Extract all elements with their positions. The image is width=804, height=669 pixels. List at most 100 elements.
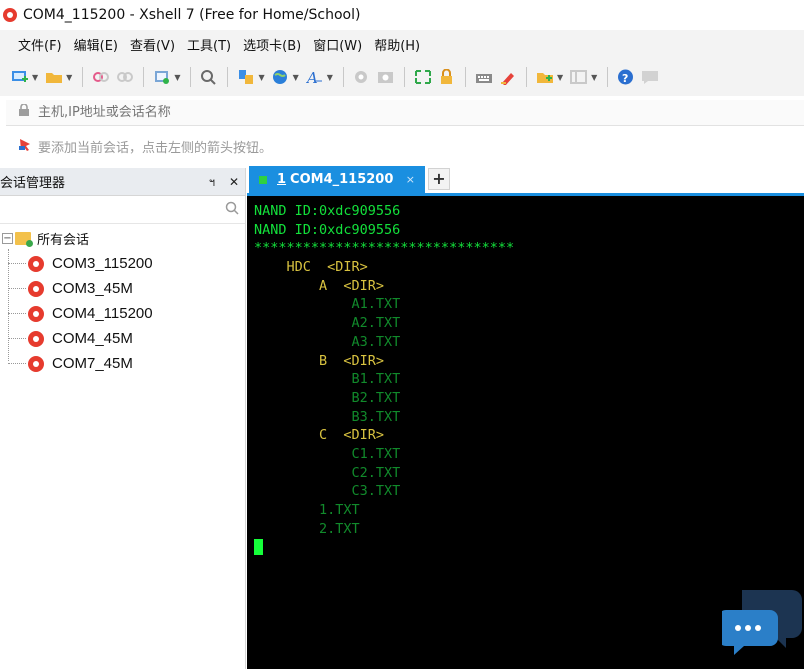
help-icon[interactable]: ? bbox=[616, 67, 636, 87]
session-item[interactable]: COM3_45M bbox=[0, 276, 245, 301]
session-item[interactable]: COM7_45M bbox=[0, 351, 245, 376]
lock-icon[interactable] bbox=[437, 67, 457, 87]
chevron-down-icon[interactable]: ▼ bbox=[66, 73, 72, 82]
transfer-icon[interactable] bbox=[236, 67, 256, 87]
terminal-line: ******************************** bbox=[254, 240, 515, 257]
chevron-down-icon[interactable]: ▼ bbox=[557, 73, 563, 82]
terminal-line: A2.TXT bbox=[254, 315, 401, 332]
disconnect-icon[interactable] bbox=[91, 67, 111, 87]
menu-help[interactable]: 帮助(H) bbox=[368, 35, 426, 54]
highlight-icon[interactable] bbox=[498, 67, 518, 87]
search-icon[interactable] bbox=[225, 201, 239, 219]
session-search[interactable] bbox=[0, 196, 245, 224]
menu-tools[interactable]: 工具(T) bbox=[181, 35, 237, 54]
xftp-icon[interactable] bbox=[376, 67, 396, 87]
properties-icon[interactable] bbox=[152, 67, 172, 87]
xshell-logo-icon bbox=[3, 8, 17, 22]
title-bar: COM4_115200 - Xshell 7 (Free for Home/Sc… bbox=[0, 0, 804, 30]
menu-window[interactable]: 窗口(W) bbox=[307, 35, 368, 54]
chat-icon[interactable] bbox=[640, 67, 660, 87]
session-label: COM7_45M bbox=[52, 355, 133, 372]
svg-text:?: ? bbox=[622, 72, 628, 85]
terminal-line: C3.TXT bbox=[254, 483, 401, 500]
terminal-output[interactable]: NAND ID:0xdc909556 NAND ID:0xdc909556 ****… bbox=[247, 196, 804, 669]
chevron-down-icon[interactable]: ▼ bbox=[32, 73, 38, 82]
toolbar-divider bbox=[464, 67, 466, 87]
session-label: COM3_115200 bbox=[52, 255, 153, 272]
menu-tabs[interactable]: 选项卡(B) bbox=[237, 35, 307, 54]
layout-icon[interactable] bbox=[569, 67, 589, 87]
toolbar: ▼ ▼ ▼ ▼ ▼ A ▼ ▼ ▼ ? bbox=[0, 58, 804, 96]
terminal-line: B3.TXT bbox=[254, 408, 401, 425]
terminal-line: A1.TXT bbox=[254, 296, 401, 313]
terminal-line: HDC <DIR> bbox=[254, 259, 368, 276]
chat-bubble-icon[interactable] bbox=[718, 582, 804, 669]
hint-text: 要添加当前会话，点击左侧的箭头按钮。 bbox=[38, 140, 273, 156]
menu-bar: 文件(F) 编辑(E) 查看(V) 工具(T) 选项卡(B) 窗口(W) 帮助(… bbox=[0, 30, 804, 58]
session-manager-panel: 会话管理器 ฯ ✕ − 所有会话 COM3_115200 COM3_45M CO… bbox=[0, 168, 246, 669]
xshell-icon[interactable] bbox=[352, 67, 372, 87]
new-session-icon[interactable] bbox=[10, 67, 30, 87]
chevron-down-icon[interactable]: ▼ bbox=[258, 73, 264, 82]
new-tab-button[interactable]: + bbox=[428, 168, 450, 190]
terminal-line: B1.TXT bbox=[254, 371, 401, 388]
terminal-line: A3.TXT bbox=[254, 333, 401, 350]
search-icon[interactable] bbox=[199, 67, 219, 87]
toolbar-divider bbox=[143, 67, 145, 87]
connected-status-icon bbox=[259, 175, 267, 184]
menu-view[interactable]: 查看(V) bbox=[124, 35, 181, 54]
terminal-line: B <DIR> bbox=[254, 352, 385, 369]
keyboard-icon[interactable] bbox=[474, 67, 494, 87]
terminal-line: NAND ID:0xdc909556 bbox=[254, 203, 401, 219]
session-item[interactable]: COM4_115200 bbox=[0, 301, 245, 326]
session-label: COM4_45M bbox=[52, 330, 133, 347]
reconnect-icon[interactable] bbox=[115, 67, 135, 87]
session-label: COM4_115200 bbox=[52, 305, 153, 322]
font-icon[interactable]: A bbox=[305, 67, 325, 87]
session-icon bbox=[28, 355, 44, 372]
session-item[interactable]: COM3_115200 bbox=[0, 251, 245, 276]
toolbar-divider bbox=[607, 67, 609, 87]
add-session-arrow-icon[interactable] bbox=[18, 137, 32, 155]
toolbar-divider bbox=[525, 67, 527, 87]
svg-text:A: A bbox=[306, 69, 318, 85]
chevron-down-icon[interactable]: ▼ bbox=[327, 73, 333, 82]
terminal-line: 1.TXT bbox=[254, 502, 360, 518]
chevron-down-icon[interactable]: ▼ bbox=[591, 73, 597, 82]
address-bar bbox=[6, 100, 804, 126]
menu-edit[interactable]: 编辑(E) bbox=[68, 35, 124, 54]
toolbar-divider bbox=[190, 67, 192, 87]
pin-icon[interactable]: ฯ bbox=[201, 173, 223, 191]
session-icon bbox=[28, 305, 44, 322]
menu-file[interactable]: 文件(F) bbox=[12, 35, 68, 54]
chevron-down-icon[interactable]: ▼ bbox=[293, 73, 299, 82]
fullscreen-icon[interactable] bbox=[413, 67, 433, 87]
chevron-down-icon[interactable]: ▼ bbox=[174, 73, 180, 82]
open-folder-icon[interactable] bbox=[44, 67, 64, 87]
terminal-line: NAND ID:0xdc909556 bbox=[254, 221, 401, 238]
collapse-icon[interactable]: − bbox=[2, 233, 13, 244]
host-input[interactable] bbox=[38, 105, 438, 120]
toolbar-divider bbox=[403, 67, 405, 87]
tree-root-label: 所有会话 bbox=[37, 233, 90, 248]
tab-index: 1 bbox=[277, 172, 287, 187]
terminal-cursor-line bbox=[254, 538, 804, 557]
new-folder-icon[interactable] bbox=[535, 67, 555, 87]
session-label: COM3_45M bbox=[52, 280, 133, 297]
lock-icon bbox=[18, 103, 30, 121]
terminal-line: C2.TXT bbox=[254, 464, 401, 481]
tree-root-all-sessions[interactable]: − 所有会话 bbox=[0, 226, 245, 251]
close-icon[interactable]: ✕ bbox=[223, 175, 245, 189]
session-icon bbox=[28, 255, 44, 272]
tab-bar: 1 COM4_115200 × + bbox=[247, 166, 804, 196]
session-item[interactable]: COM4_45M bbox=[0, 326, 245, 351]
terminal-line: A <DIR> bbox=[254, 277, 385, 294]
toolbar-divider bbox=[227, 67, 229, 87]
window-title: COM4_115200 - Xshell 7 (Free for Home/Sc… bbox=[23, 7, 361, 23]
terminal-line: C <DIR> bbox=[254, 427, 385, 444]
session-icon bbox=[28, 330, 44, 347]
globe-icon[interactable] bbox=[271, 67, 291, 87]
session-icon bbox=[28, 280, 44, 297]
tab-com4-115200[interactable]: 1 COM4_115200 × bbox=[249, 166, 425, 193]
tab-close-icon[interactable]: × bbox=[406, 173, 415, 186]
